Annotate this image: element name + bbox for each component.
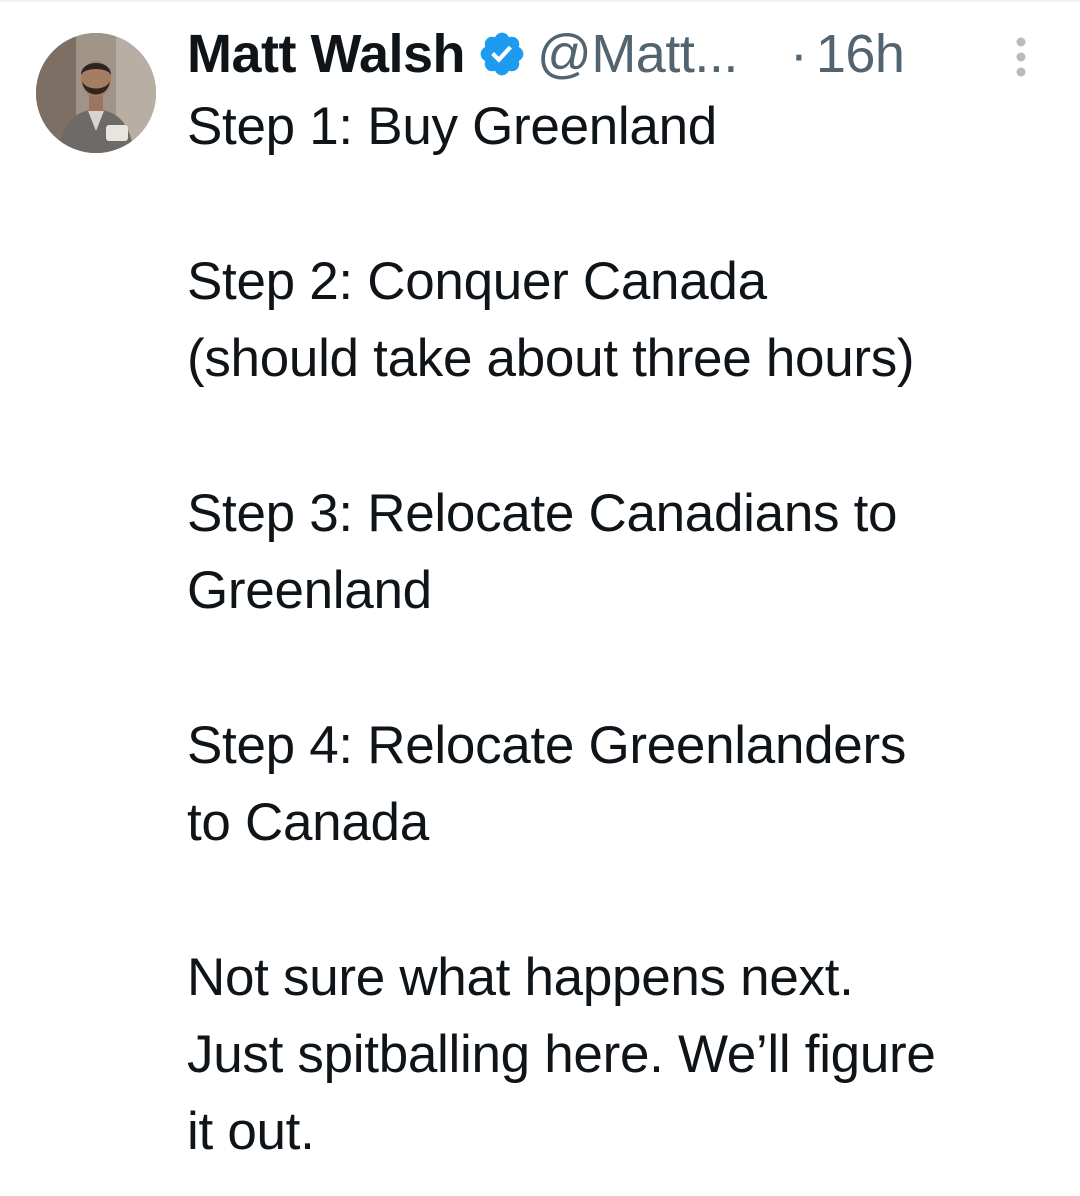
text-line: it out.: [187, 1102, 315, 1161]
tweet-paragraph: Step 2: Conquer Canada (should take abou…: [187, 243, 1057, 397]
handle[interactable]: @Matt...: [537, 23, 738, 85]
text-line: to Canada: [187, 793, 429, 852]
avatar[interactable]: [36, 33, 156, 153]
display-name[interactable]: Matt Walsh: [187, 23, 466, 85]
tweet-card[interactable]: Matt Walsh @Matt... · 16h Step 1: Buy Gr…: [0, 0, 1080, 1196]
text-line: Step 2: Conquer Canada: [187, 252, 767, 311]
text-line: Step 1: Buy Greenland: [187, 97, 717, 156]
text-line: Greenland: [187, 561, 432, 620]
verified-badge-icon[interactable]: [477, 29, 527, 79]
tweet-paragraph: Step 1: Buy Greenland: [187, 88, 1057, 165]
timestamp[interactable]: 16h: [816, 23, 905, 85]
more-options-icon[interactable]: [1012, 36, 1030, 78]
text-line: Not sure what happens next.: [187, 948, 854, 1007]
divider: [0, 0, 1080, 2]
text-line: (should take about three hours): [187, 329, 915, 388]
avatar-image: [36, 33, 156, 153]
tweet-paragraph: Step 4: Relocate Greenlanders to Canada: [187, 707, 1057, 861]
text-line: Step 4: Relocate Greenlanders: [187, 716, 907, 775]
separator: ·: [789, 24, 808, 84]
tweet-paragraph: Step 3: Relocate Canadians to Greenland: [187, 475, 1057, 629]
tweet-text: Step 1: Buy Greenland Step 2: Conquer Ca…: [187, 88, 1057, 1170]
text-line: Step 3: Relocate Canadians to: [187, 484, 898, 543]
tweet-paragraph: Not sure what happens next. Just spitbal…: [187, 939, 1057, 1170]
tweet-header: Matt Walsh @Matt... · 16h: [187, 18, 905, 90]
text-line: Just spitballing here. We’ll figure: [187, 1025, 936, 1084]
